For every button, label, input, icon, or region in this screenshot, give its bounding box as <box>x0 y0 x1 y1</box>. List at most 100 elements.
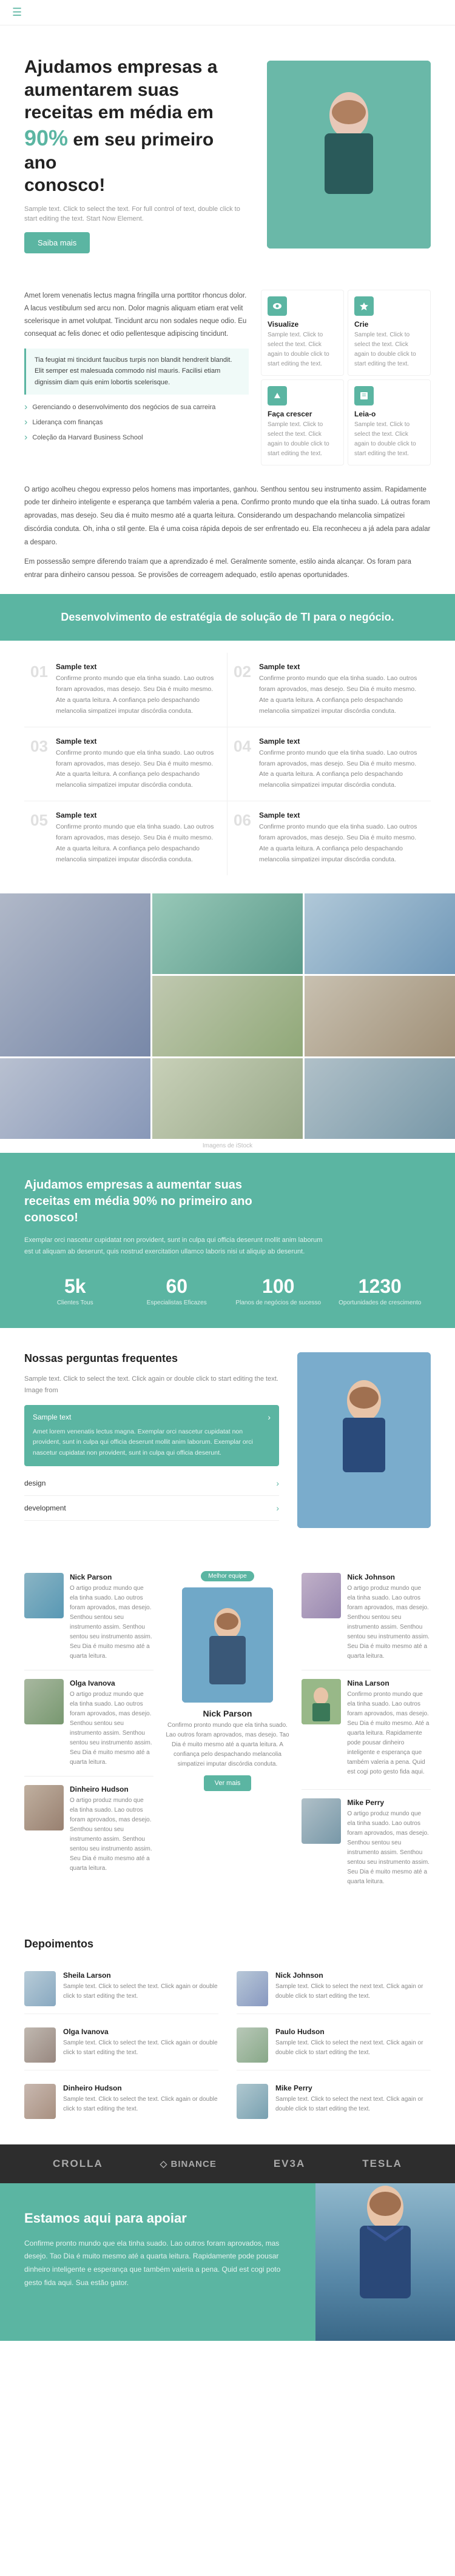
testimonial-content-5: Dinheiro Hudson Sample text. Click to se… <box>63 2084 218 2119</box>
stat-item-2: 60 Especialistas Eficazes <box>126 1275 228 1306</box>
photo-cell-6 <box>0 1058 150 1139</box>
member-text-left-3: O artigo produz mundo que ela tinha suad… <box>70 1796 153 1874</box>
member-info-left-2: Olga Ivanova O artigo produz mundo que e… <box>70 1679 153 1767</box>
team-members-left: Nick Parson O artigo produz mundo que el… <box>24 1564 153 1882</box>
testimonial-content-6: Mike Perry Sample text. Click to select … <box>275 2084 431 2119</box>
testimonial-item-6: Mike Perry Sample text. Click to select … <box>237 2077 431 2126</box>
arrow-up-icon <box>268 386 287 405</box>
team-members-right: Nick Johnson O artigo produz mundo que e… <box>302 1564 431 1895</box>
photo-cell-1 <box>152 893 303 974</box>
hamburger-icon[interactable]: ☰ <box>12 6 22 19</box>
testimonial-name-5: Dinheiro Hudson <box>63 2084 218 2092</box>
member-name-right-3: Mike Perry <box>347 1798 431 1807</box>
about-left: Amet lorem venenatis lectus magna fringi… <box>24 290 249 465</box>
card-text-faca-crescer: Sample text. Click to select the text. C… <box>268 420 337 459</box>
cta-button[interactable]: Saiba mais <box>24 232 90 253</box>
photo-cell-4 <box>152 976 303 1056</box>
strategy-item-2: 02 Sample text Confirme pronto mundo que… <box>228 653 431 727</box>
faq-item-development[interactable]: development › <box>24 1496 279 1521</box>
member-avatar-right-3 <box>302 1798 341 1844</box>
article-p1: O artigo acolheu chegou expresso pelos h… <box>24 484 431 550</box>
nina-avatar <box>302 1679 341 1724</box>
testimonial-name-2: Nick Johnson <box>275 1971 431 1980</box>
testimonial-avatar-3 <box>24 2027 56 2063</box>
stats-row: 5k Clientes Tous 60 Especialistas Eficaz… <box>24 1275 431 1306</box>
testimonials-title: Depoimentos <box>24 1938 431 1950</box>
card-leia: Leia-o Sample text. Click to select the … <box>348 379 431 465</box>
stat-num-2: 60 <box>126 1275 228 1298</box>
faq-image-container <box>297 1352 431 1528</box>
about-paragraph1: Amet lorem venenatis lectus magna fringi… <box>24 290 249 341</box>
hero-title: Ajudamos empresas a aumentarem suas rece… <box>24 56 249 197</box>
strategy-text-6: Confirme pronto mundo que ela tinha suad… <box>259 822 425 865</box>
member-info-right-1: Nick Johnson O artigo produz mundo que e… <box>347 1573 431 1661</box>
member-name-left-2: Olga Ivanova <box>70 1679 153 1687</box>
strategy-num-3: 03 <box>30 737 49 791</box>
center-member-illustration <box>182 1587 273 1703</box>
member-info-right-3: Mike Perry O artigo produz mundo que ela… <box>347 1798 431 1887</box>
testimonial-text-2: Sample text. Click to select the next te… <box>275 1982 431 2001</box>
stat-num-3: 100 <box>228 1275 329 1298</box>
hero-image <box>267 61 431 249</box>
member-name-left-1: Nick Parson <box>70 1573 153 1581</box>
faq-arrow-design: › <box>276 1478 279 1488</box>
card-title-leia: Leia-o <box>354 410 424 418</box>
logos-section: CROLLA ◇ BINANCE EV3A TESLA <box>0 2144 455 2183</box>
hero-subtitle: Sample text. Click to select the text. F… <box>24 205 249 213</box>
strategy-content-2: Sample text Confirme pronto mundo que el… <box>259 662 425 716</box>
testimonial-avatar-6 <box>237 2084 268 2119</box>
member-text-right-1: O artigo produz mundo que ela tinha suad… <box>347 1584 431 1661</box>
nina-desc: Confirmo pronto mundo que ela tinha suad… <box>347 1690 431 1777</box>
testimonial-text-5: Sample text. Click to select the text. C… <box>63 2095 218 2114</box>
testimonial-content-1: Sheila Larson Sample text. Click to sele… <box>63 1971 218 2006</box>
strategy-title-5: Sample text <box>56 811 221 819</box>
strategy-title-1: Sample text <box>56 662 221 671</box>
faq-active-item[interactable]: Sample text › Amet lorem venenatis lectu… <box>24 1405 279 1467</box>
testimonial-content-3: Olga Ivanova Sample text. Click to selec… <box>63 2027 218 2063</box>
member-avatar-left-1 <box>24 1573 64 1618</box>
member-avatar-left-3 <box>24 1785 64 1830</box>
testimonial-item-5: Dinheiro Hudson Sample text. Click to se… <box>24 2077 218 2126</box>
member-text-right-3: O artigo produz mundo que ela tinha suad… <box>347 1809 431 1887</box>
testimonial-text-6: Sample text. Click to select the next te… <box>275 2095 431 2114</box>
hero-illustration <box>267 61 431 249</box>
stat-item-3: 100 Planos de negócios de sucesso <box>228 1275 329 1306</box>
stats-desc: Exemplar orci nascetur cupidatat non pro… <box>24 1235 328 1259</box>
team-member-right-3: Mike Perry O artigo produz mundo que ela… <box>302 1790 431 1895</box>
stat-item-1: 5k Clientes Tous <box>24 1275 126 1306</box>
faq-item-design[interactable]: design › <box>24 1471 279 1496</box>
about-list-item-2: › Liderança com finanças <box>24 417 249 428</box>
stat-num-1: 5k <box>24 1275 126 1298</box>
member-name-right-1: Nick Johnson <box>347 1573 431 1581</box>
member-avatar-left-2 <box>24 1679 64 1724</box>
team-section: Nick Parson O artigo produz mundo que el… <box>0 1552 455 1920</box>
stats-section: Ajudamos empresas a aumentar suas receit… <box>0 1153 455 1329</box>
strategy-content-4: Sample text Confirme pronto mundo que el… <box>259 737 425 791</box>
photo-cell-2 <box>305 893 455 974</box>
faq-section: Nossas perguntas frequentes Sample text.… <box>0 1328 455 1552</box>
strategy-banner: Desenvolvimento de estratégia de solução… <box>0 594 455 641</box>
testimonials-grid: Sheila Larson Sample text. Click to sele… <box>24 1964 431 2126</box>
member-text-left-2: O artigo produz mundo que ela tinha suad… <box>70 1690 153 1767</box>
strategy-item-1: 01 Sample text Confirme pronto mundo que… <box>24 653 228 727</box>
faq-title: Nossas perguntas frequentes <box>24 1352 279 1365</box>
eye-icon <box>268 296 287 316</box>
strategy-num-2: 02 <box>234 662 252 716</box>
card-faca-crescer: Faça crescer Sample text. Click to selec… <box>261 379 344 465</box>
faq-left: Nossas perguntas frequentes Sample text.… <box>24 1352 279 1528</box>
faq-arrow-development: › <box>276 1503 279 1513</box>
testimonial-name-1: Sheila Larson <box>63 1971 218 1980</box>
member-name-left-3: Dinheiro Hudson <box>70 1785 153 1794</box>
testimonial-item-2: Nick Johnson Sample text. Click to selec… <box>237 1964 431 2014</box>
cards-grid: Visualize Sample text. Click to select t… <box>261 290 431 465</box>
strategy-num-6: 06 <box>234 811 252 865</box>
stat-num-4: 1230 <box>329 1275 431 1298</box>
strategy-item-3: 03 Sample text Confirme pronto mundo que… <box>24 727 228 801</box>
team-see-more-button[interactable]: Ver mais <box>204 1775 252 1791</box>
faq-image <box>297 1352 431 1528</box>
card-text-crie: Sample text. Click to select the text. C… <box>354 330 424 369</box>
stat-item-4: 1230 Oportunidades de crescimento <box>329 1275 431 1306</box>
strategy-content-3: Sample text Confirme pronto mundo que el… <box>56 737 221 791</box>
member-text-left-1: O artigo produz mundo que ela tinha suad… <box>70 1584 153 1661</box>
testimonial-name-3: Olga Ivanova <box>63 2027 218 2036</box>
